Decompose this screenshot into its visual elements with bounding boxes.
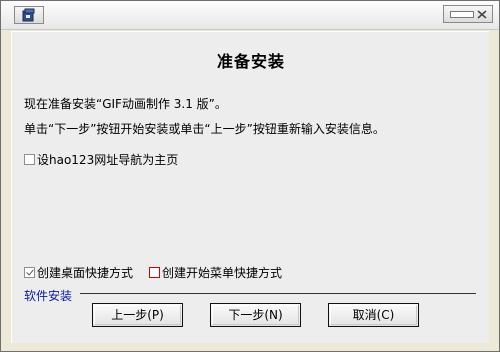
dialog-body: 准备安装 现在准备安装“GIF动画制作 3.1 版”。 单击“下一步”按钮开始安… (11, 31, 489, 343)
close-icon[interactable] (477, 10, 487, 19)
hao123-homepage-option[interactable]: 设hao123网址导航为主页 (24, 151, 178, 168)
instruction-message: 单击“下一步”按钮开始安装或单击“上一步”按钮重新输入安装信息。 (24, 122, 385, 136)
desktop-shortcut-label: 创建桌面快捷方式 (37, 266, 134, 280)
installer-app-icon[interactable] (14, 6, 44, 24)
next-button[interactable]: 下一步(N) (210, 303, 301, 327)
start-menu-shortcut-checkbox[interactable] (149, 267, 160, 278)
cancel-button[interactable]: 取消(C) (328, 303, 419, 327)
hao123-homepage-checkbox[interactable] (24, 154, 35, 165)
minimize-icon[interactable] (450, 11, 474, 18)
page-heading: 准备安装 (216, 52, 285, 71)
installer-app-icon-glyph (22, 8, 35, 22)
desktop-shortcut-checkbox[interactable] (24, 267, 35, 278)
hao123-homepage-label: 设hao123网址导航为主页 (37, 153, 179, 167)
section-divider (80, 293, 476, 294)
ready-message: 现在准备安装“GIF动画制作 3.1 版”。 (24, 97, 227, 111)
start-menu-shortcut-label: 创建开始菜单快捷方式 (162, 266, 283, 280)
title-bar (1, 1, 499, 30)
installer-window: 准备安装 现在准备安装“GIF动画制作 3.1 版”。 单击“下一步”按钮开始安… (0, 0, 500, 352)
back-button[interactable]: 上一步(P) (92, 303, 183, 327)
window-controls (443, 5, 493, 23)
desktop-shortcut-option[interactable]: 创建桌面快捷方式 (24, 264, 133, 281)
section-label: 软件安装 (24, 289, 73, 303)
start-menu-shortcut-option[interactable]: 创建开始菜单快捷方式 (149, 264, 282, 281)
